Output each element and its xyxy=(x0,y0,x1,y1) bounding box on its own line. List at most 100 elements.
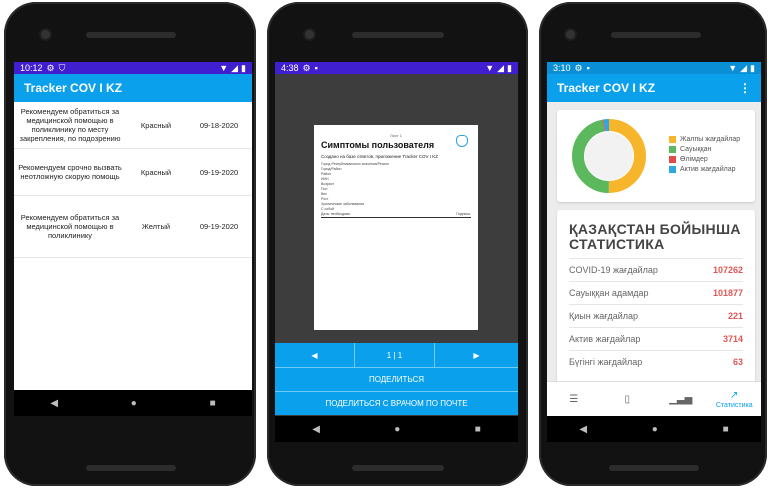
stat-value: 3714 xyxy=(722,334,743,344)
pdf-subtitle: Создано на базе ответов, приложение Trac… xyxy=(321,154,438,159)
earpiece-speaker xyxy=(611,32,701,38)
legend-swatch xyxy=(669,155,676,163)
shield-icon: ⛉ xyxy=(58,62,66,73)
menu-icon: ☰ xyxy=(569,393,579,405)
risk-level: Желтый xyxy=(141,222,171,231)
front-camera xyxy=(566,30,575,39)
legend-item: Жалпы жағдайлар xyxy=(669,134,740,144)
share-button[interactable]: ПОДЕЛИТЬСЯ xyxy=(275,367,518,391)
stat-value: 101877 xyxy=(712,288,743,298)
record-date: 09-19-2020 xyxy=(199,222,239,231)
chart-card: Жалпы жағдайлар Сауыққан Өлімдер Актив ж… xyxy=(557,110,755,202)
share-with-doctor-button[interactable]: ПОДЕЛИТЬСЯ С ВРАЧОМ ПО ПОЧТЕ xyxy=(275,391,518,415)
system-nav-bar: ◀ ● ■ xyxy=(547,416,761,442)
nav-phone[interactable]: ▯ xyxy=(601,382,655,416)
home-icon[interactable]: ● xyxy=(652,424,658,435)
app-bar: Tracker COV I KZ ⋮ xyxy=(547,74,761,102)
stat-row: Актив жағдайлар 3714 xyxy=(569,327,743,350)
stat-label: Сауыққан адамдар xyxy=(569,288,649,298)
legend-item: Сауыққан xyxy=(669,144,740,154)
legend-swatch xyxy=(669,165,676,173)
donut-center xyxy=(585,132,633,180)
pdf-page-marker: Лист 1 xyxy=(389,133,403,138)
pdf-page: Лист 1 Симптомы пользователя Создано на … xyxy=(314,125,478,330)
prev-page-button[interactable]: ◀ xyxy=(275,343,355,367)
bar-chart-icon: ▁▃▅ xyxy=(669,393,693,405)
system-nav-bar: ◀ ● ■ xyxy=(275,416,518,442)
battery-icon: ▮ xyxy=(241,62,246,73)
pdf-fields: Город Республиканского значения/Регион Го… xyxy=(321,162,471,212)
legend-label: Өлімдер xyxy=(680,155,708,163)
home-icon[interactable]: ● xyxy=(394,424,400,435)
back-icon[interactable]: ◀ xyxy=(312,424,320,435)
stat-value: 63 xyxy=(732,357,743,367)
recents-icon[interactable]: ■ xyxy=(475,424,481,435)
app-title: Tracker COV I KZ xyxy=(557,81,656,95)
next-page-button[interactable]: ▶ xyxy=(435,343,518,367)
statistics-title: ҚАЗАҚСТАН БОЙЫНША СТАТИСТИКА xyxy=(569,221,741,252)
stat-value: 107262 xyxy=(712,265,743,275)
stat-row: Қиын жағдайлар 221 xyxy=(569,304,743,327)
bottom-speaker xyxy=(609,465,699,471)
back-icon[interactable]: ◀ xyxy=(50,398,58,409)
pdf-footer: Дата: необходимо Подпись: xyxy=(321,212,471,216)
legend-label: Актив жағдайлар xyxy=(680,165,736,173)
document-icon: ▪ xyxy=(586,63,590,73)
screen-1: 10:12 ⚙ ⛉ ▼ ◢ ▮ Tracker COV I KZ Рекомен… xyxy=(14,62,252,416)
recents-icon[interactable]: ■ xyxy=(210,398,216,409)
pdf-pager: ◀ 1 | 1 ▶ xyxy=(275,343,518,367)
battery-icon: ▮ xyxy=(507,62,512,73)
bottom-navigation: ☰ ▯ ▁▃▅ ↗ Статистика xyxy=(547,381,761,416)
wifi-icon: ▼ xyxy=(728,63,738,73)
bottom-speaker xyxy=(352,465,444,471)
document-icon: ▪ xyxy=(314,63,318,73)
recents-icon[interactable]: ■ xyxy=(723,424,729,435)
list-item[interactable]: Рекомендуем срочно вызвать неотложную ск… xyxy=(14,149,252,196)
pdf-footer-date: Дата: необходимо xyxy=(321,212,351,216)
status-time: 4:38 xyxy=(281,63,299,73)
signal-icon: ◢ xyxy=(497,62,505,73)
recommendation-list: Рекомендуем обратиться за медицинской по… xyxy=(14,102,252,258)
stat-label: COVID-19 жағдайлар xyxy=(569,265,658,275)
front-camera xyxy=(305,30,314,39)
nav-statistics[interactable]: ↗ Статистика xyxy=(708,382,762,416)
nav-menu[interactable]: ☰ xyxy=(547,382,601,416)
status-bar: 10:12 ⚙ ⛉ ▼ ◢ ▮ xyxy=(14,62,252,74)
phone-icon: ▯ xyxy=(624,393,630,405)
risk-level: Красный xyxy=(140,167,172,177)
earpiece-speaker xyxy=(86,32,176,38)
back-icon[interactable]: ◀ xyxy=(579,424,587,435)
stat-row: COVID-19 жағдайлар 107262 xyxy=(569,258,743,281)
pdf-footer-signature: Подпись: xyxy=(456,212,471,216)
battery-icon: ▮ xyxy=(750,62,755,73)
status-time: 10:12 xyxy=(20,63,43,73)
stat-label: Актив жағдайлар xyxy=(569,334,641,344)
front-camera xyxy=(41,30,50,39)
pdf-viewer[interactable]: Лист 1 Симптомы пользователя Создано на … xyxy=(275,74,518,343)
app-bar: Tracker COV I KZ xyxy=(14,74,252,102)
nav-charts[interactable]: ▁▃▅ xyxy=(654,382,708,416)
wifi-icon: ▼ xyxy=(485,63,495,73)
trending-up-icon: ↗ xyxy=(730,389,739,401)
overflow-menu-icon[interactable]: ⋮ xyxy=(739,81,751,95)
statistics-content[interactable]: Жалпы жағдайлар Сауыққан Өлімдер Актив ж… xyxy=(547,102,761,381)
recommendation-text: Рекомендуем обратиться за медицинской по… xyxy=(19,107,121,143)
record-date: 09-19-2020 xyxy=(199,167,239,177)
earpiece-speaker xyxy=(352,32,444,38)
statistics-card: ҚАЗАҚСТАН БОЙЫНША СТАТИСТИКА COVID-19 жа… xyxy=(557,210,755,381)
donut-chart xyxy=(572,119,646,193)
legend-label: Сауыққан xyxy=(680,145,712,153)
record-date: 09-18-2020 xyxy=(199,120,239,130)
status-bar: 4:38 ⚙ ▪ ▼ ◢ ▮ xyxy=(275,62,518,74)
wifi-icon: ▼ xyxy=(219,63,229,73)
system-nav-bar: ◀ ● ■ xyxy=(14,390,252,416)
stat-label: Қиын жағдайлар xyxy=(569,311,639,321)
list-item[interactable]: Рекомендуем обратиться за медицинской по… xyxy=(14,102,252,149)
signal-icon: ◢ xyxy=(231,62,239,73)
home-icon[interactable]: ● xyxy=(131,398,137,409)
legend-item: Өлімдер xyxy=(669,154,740,164)
recommendation-text: Рекомендуем срочно вызвать неотложную ск… xyxy=(18,163,122,181)
nav-statistics-label: Статистика xyxy=(715,401,753,409)
legend-item: Актив жағдайлар xyxy=(669,164,740,174)
list-item[interactable]: Рекомендуем обратиться за медицинской по… xyxy=(14,196,252,258)
